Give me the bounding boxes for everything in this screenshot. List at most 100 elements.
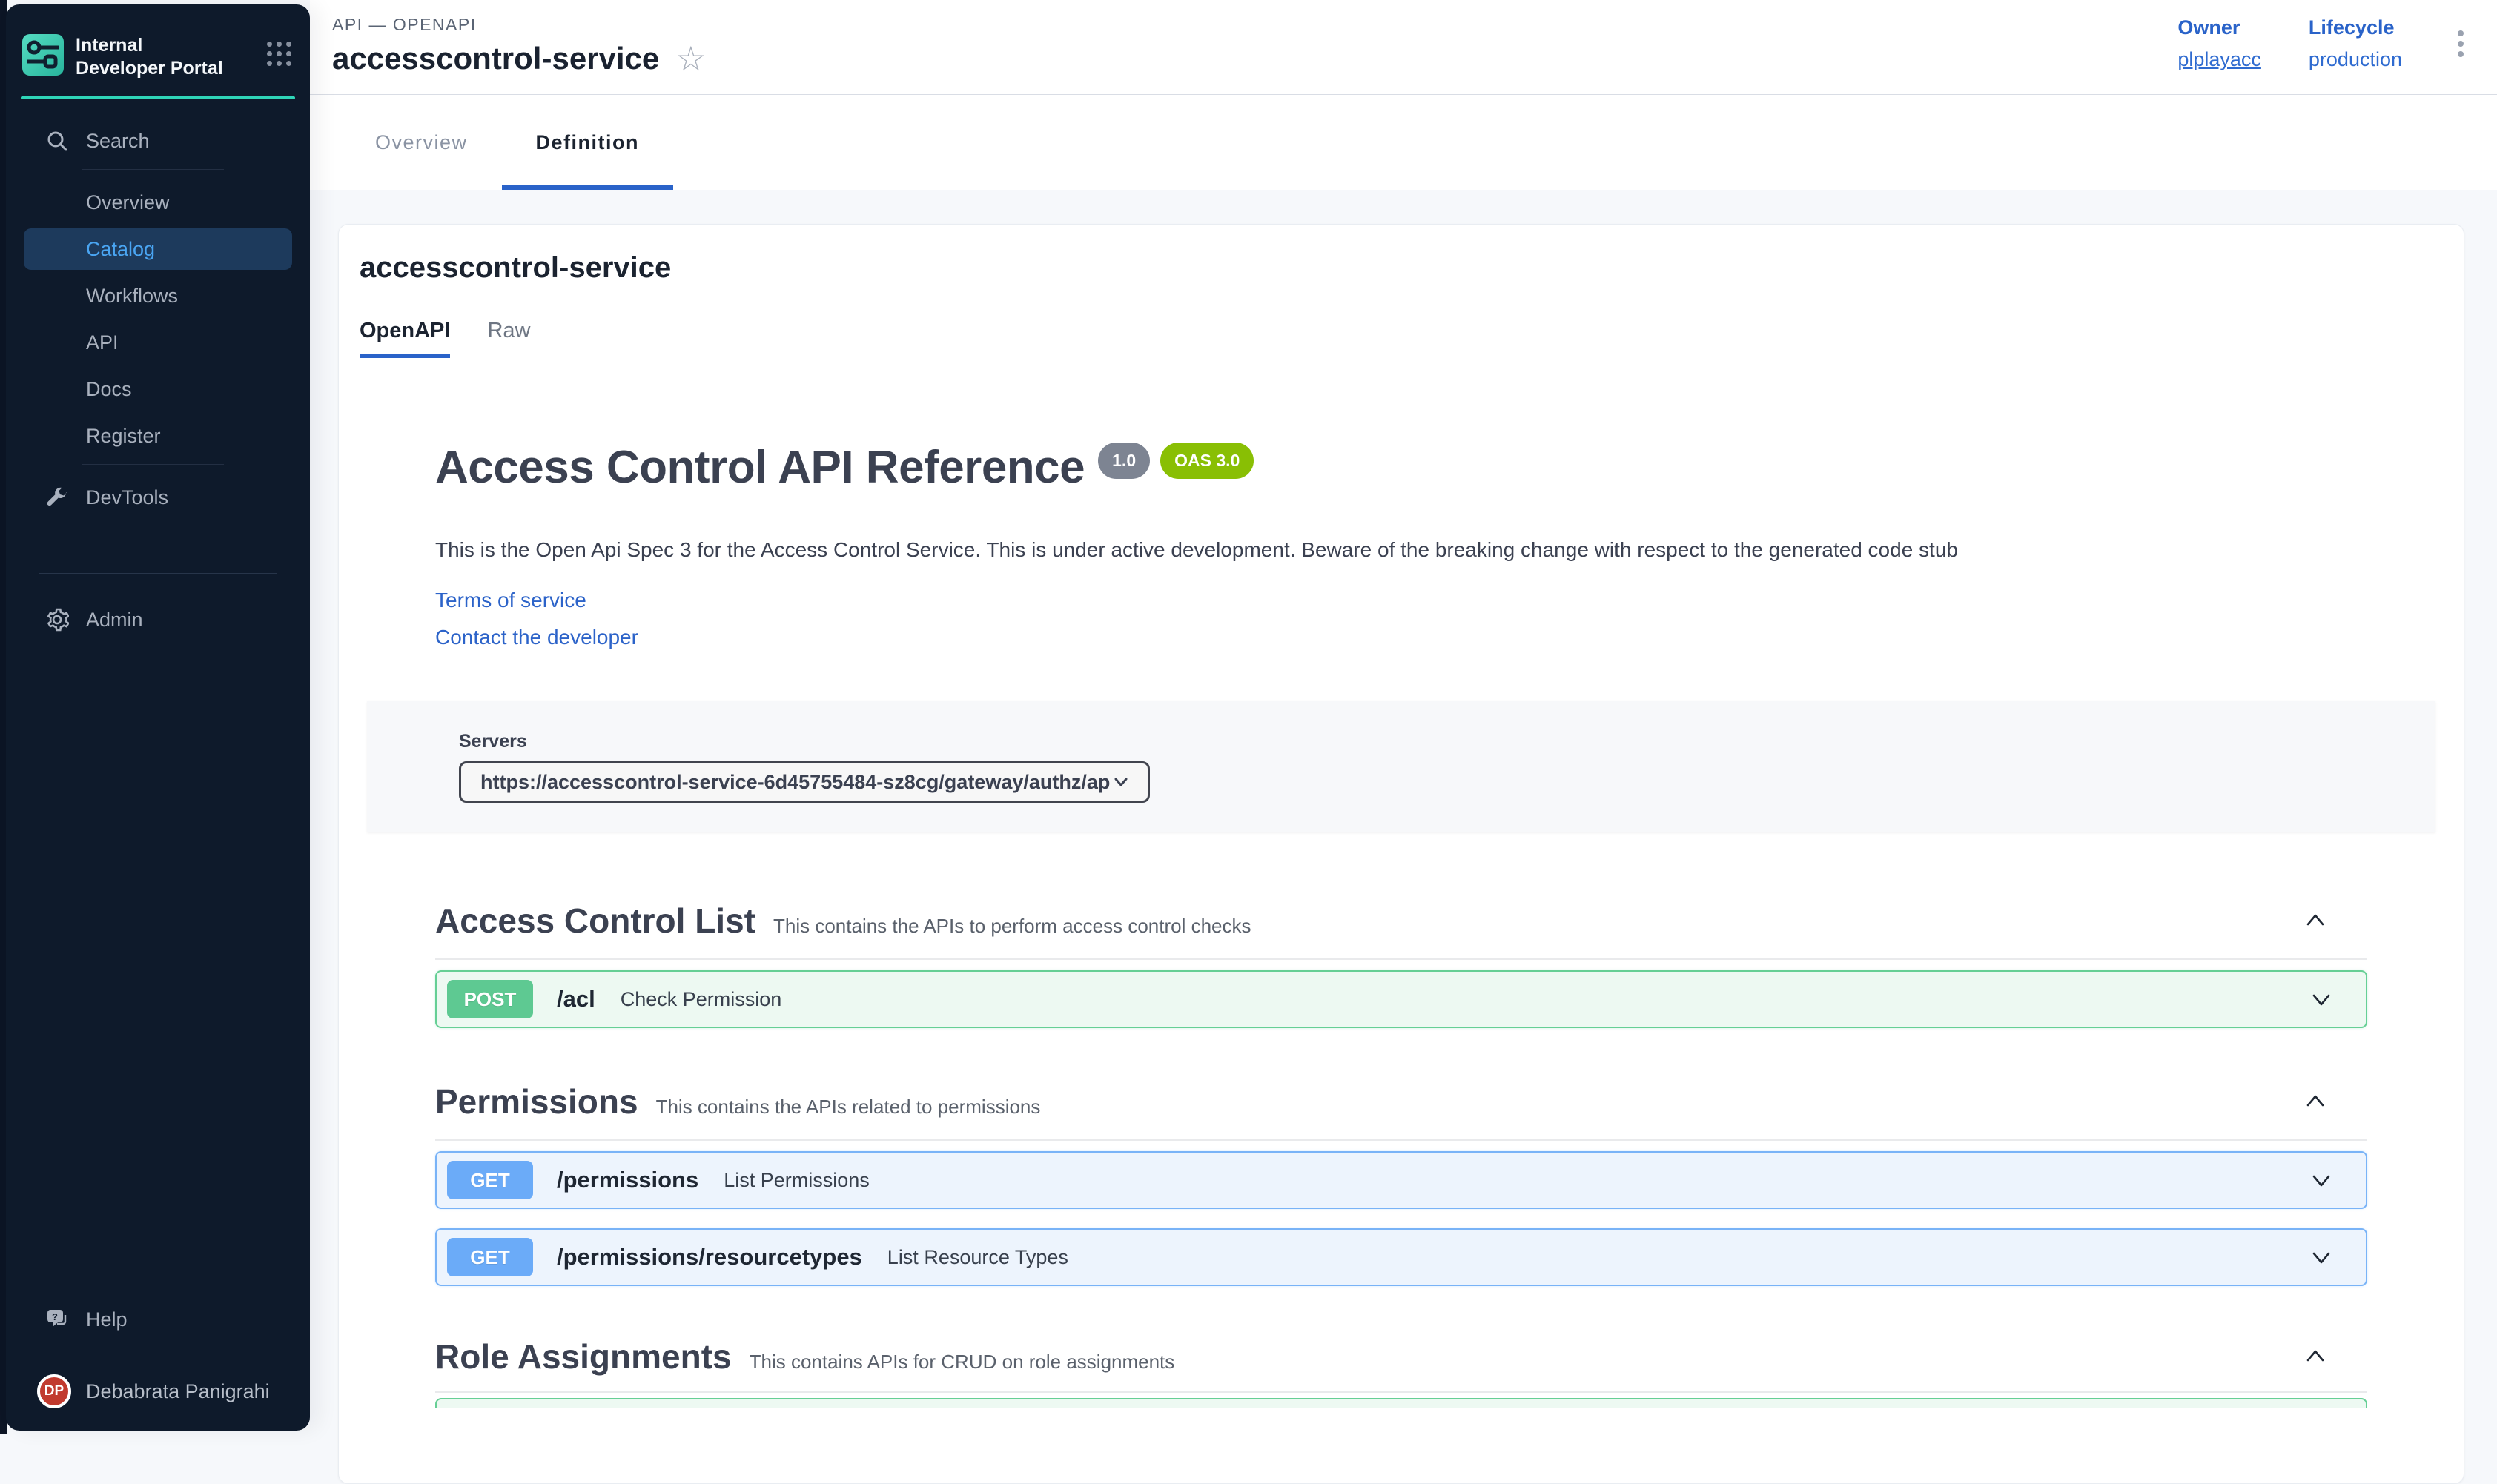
owner-label: Owner (2177, 16, 2261, 39)
sidebar-divider (82, 464, 224, 465)
chevron-down-icon[interactable] (2306, 1242, 2336, 1272)
chevron-up-icon[interactable] (2301, 1342, 2330, 1371)
section-description: This contains APIs for CRUD on role assi… (750, 1351, 1175, 1374)
gear-icon (44, 608, 70, 632)
page-title: accesscontrol-service (332, 41, 659, 76)
lifecycle-label: Lifecycle (2309, 16, 2402, 39)
section-description: This contains the APIs to perform access… (773, 915, 1251, 938)
definition-card: accesscontrol-service OpenAPI Raw Access… (338, 224, 2464, 1484)
lifecycle-value: production (2309, 48, 2402, 71)
breadcrumb: API — OPENAPI (332, 15, 2497, 35)
sidebar-item-admin[interactable]: Admin (24, 599, 292, 640)
sidebar-item-label: Search (86, 130, 150, 153)
terms-of-service-link[interactable]: Terms of service (435, 589, 2367, 612)
sidebar-item-label: Overview (86, 191, 170, 214)
section-title: Access Control List (435, 901, 755, 941)
method-badge: POST (447, 980, 533, 1018)
sidebar-item-label: Help (86, 1308, 128, 1331)
servers-label: Servers (459, 731, 2344, 752)
chevron-down-icon[interactable] (2306, 1165, 2336, 1195)
avatar: DP (37, 1374, 71, 1408)
user-profile[interactable]: DP Debabrata Panigrahi (24, 1374, 292, 1408)
section-access-control-list: Access Control List This contains the AP… (435, 901, 2367, 1028)
section-title: Permissions (435, 1081, 638, 1122)
owner-link[interactable]: plplayacc (2177, 48, 2261, 71)
wrench-icon (44, 486, 70, 509)
api-description: This is the Open Api Spec 3 for the Acce… (435, 538, 2367, 562)
brand-row: Internal Developer Portal (6, 4, 310, 80)
sidebar-item-label: Register (86, 425, 161, 448)
sidebar-item-workflows[interactable]: Workflows (24, 275, 292, 317)
chevron-up-icon[interactable] (2301, 1087, 2330, 1116)
sidebar-item-api[interactable]: API (24, 322, 292, 363)
kebab-menu-icon[interactable] (2450, 28, 2472, 59)
sidebar-bottom: ? Help DP Debabrata Panigrahi (6, 1268, 310, 1431)
sidebar-item-label: Admin (86, 609, 143, 632)
portal-logo-icon (22, 34, 64, 76)
section-header[interactable]: Permissions This contains the APIs relat… (435, 1081, 2367, 1122)
sidebar-item-search[interactable]: Search (24, 120, 292, 162)
chevron-down-icon[interactable] (2306, 984, 2336, 1014)
section-divider (435, 958, 2367, 960)
op-summary: List Permissions (724, 1169, 870, 1192)
sidebar-item-devtools[interactable]: DevTools (24, 477, 292, 518)
sidebar-divider (82, 169, 224, 170)
tab-openapi[interactable]: OpenAPI (360, 319, 450, 358)
version-badge: 1.0 (1098, 443, 1150, 479)
api-title: Access Control API Reference (435, 441, 1085, 494)
main-area: API — OPENAPI accesscontrol-service ☆ Ow… (310, 0, 2497, 1434)
search-icon (44, 130, 70, 152)
sidebar-item-label: API (86, 331, 119, 354)
user-name: Debabrata Panigrahi (86, 1380, 270, 1403)
method-badge: GET (447, 1161, 533, 1199)
sidebar-divider (39, 573, 277, 574)
sidebar-item-help[interactable]: ? Help (24, 1299, 292, 1340)
sidebar-item-label: Workflows (86, 285, 178, 308)
apps-grid-icon[interactable] (267, 42, 292, 67)
opblock-post-acl[interactable]: POST /acl Check Permission (435, 970, 2367, 1028)
opblock-get-permissions-resourcetypes[interactable]: GET /permissions/resourcetypes List Reso… (435, 1228, 2367, 1286)
owner-meta: Owner plplayacc (2177, 16, 2261, 71)
card-title: accesscontrol-service (360, 251, 2443, 285)
section-role-assignments: Role Assignments This contains APIs for … (435, 1336, 2367, 1408)
sidebar-item-label: DevTools (86, 486, 168, 509)
op-summary: Check Permission (621, 988, 782, 1011)
tab-overview[interactable]: Overview (341, 95, 502, 190)
tab-raw[interactable]: Raw (487, 319, 530, 358)
chevron-up-icon[interactable] (2301, 906, 2330, 935)
content-area: accesscontrol-service OpenAPI Raw Access… (310, 190, 2497, 1434)
section-divider (435, 1391, 2367, 1393)
admin-block: Admin (24, 573, 292, 640)
servers-panel: Servers https://accesscontrol-service-6d… (367, 701, 2435, 832)
tab-definition[interactable]: Definition (502, 95, 673, 190)
sidebar-item-overview[interactable]: Overview (24, 182, 292, 223)
sidebar-item-label: Catalog (86, 238, 155, 261)
oas-badge: OAS 3.0 (1160, 443, 1254, 479)
star-icon[interactable]: ☆ (675, 42, 706, 76)
section-title: Role Assignments (435, 1336, 732, 1377)
page-header: API — OPENAPI accesscontrol-service ☆ Ow… (310, 0, 2497, 95)
server-url: https://accesscontrol-service-6d45755484… (480, 771, 1111, 794)
method-badge: GET (447, 1238, 533, 1276)
sidebar-item-register[interactable]: Register (24, 415, 292, 457)
op-path: /permissions/resourcetypes (557, 1244, 862, 1271)
entity-tabs: Overview Definition (310, 95, 2497, 190)
opblock-partial[interactable] (435, 1398, 2367, 1408)
svg-text:?: ? (52, 1311, 58, 1322)
sidebar-item-docs[interactable]: Docs (24, 368, 292, 410)
section-divider (435, 1139, 2367, 1141)
servers-select[interactable]: https://accesscontrol-service-6d45755484… (459, 761, 1150, 803)
sidebar-nav: Search Overview Catalog Workflows API Do… (6, 99, 310, 646)
section-header[interactable]: Role Assignments This contains APIs for … (435, 1336, 2367, 1377)
op-path: /acl (557, 986, 595, 1013)
op-summary: List Resource Types (887, 1246, 1068, 1269)
swagger-ui: Access Control API Reference 1.0 OAS 3.0… (339, 441, 2464, 1408)
lifecycle-meta: Lifecycle production (2309, 16, 2402, 71)
section-header[interactable]: Access Control List This contains the AP… (435, 901, 2367, 941)
op-path: /permissions (557, 1167, 698, 1193)
definition-format-tabs: OpenAPI Raw (360, 319, 2443, 358)
opblock-get-permissions[interactable]: GET /permissions List Permissions (435, 1151, 2367, 1209)
help-icon: ? (44, 1308, 70, 1331)
sidebar-item-catalog[interactable]: Catalog (24, 228, 292, 270)
contact-developer-link[interactable]: Contact the developer (435, 626, 2367, 649)
